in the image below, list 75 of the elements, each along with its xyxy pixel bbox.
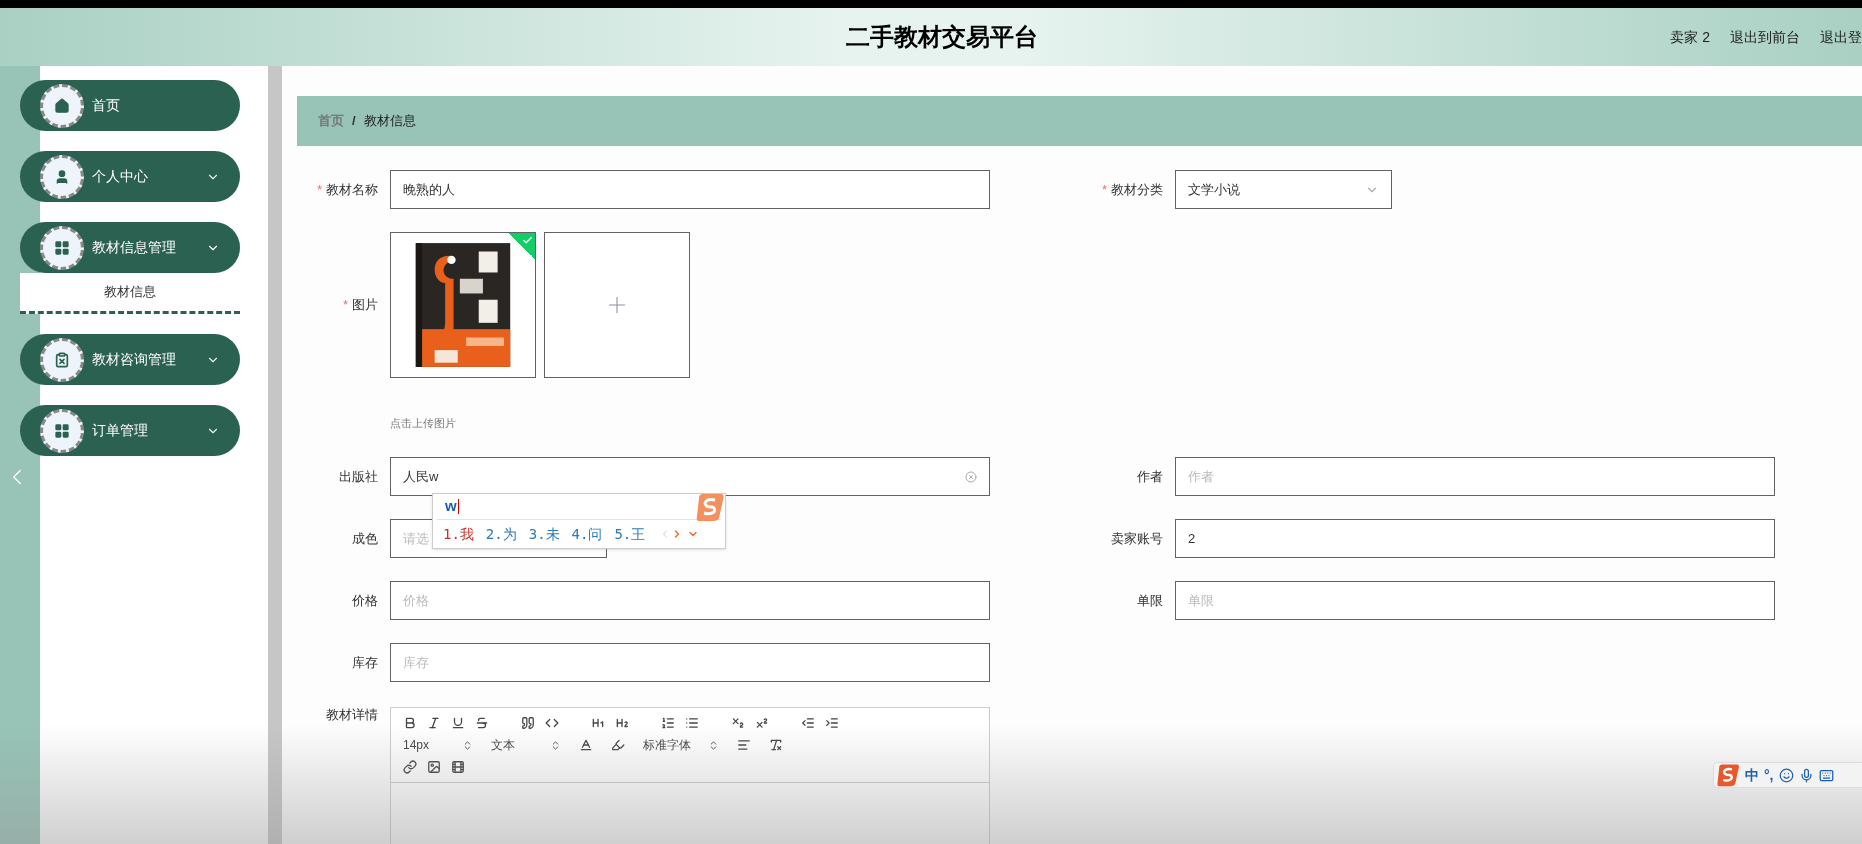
field-label: 卖家账号 — [1111, 529, 1163, 548]
site-title: 二手教材交易平台 — [846, 22, 1038, 52]
field-label: 作者 — [1137, 467, 1163, 486]
ime-composition: w — [445, 496, 457, 517]
toolbar-select[interactable]: 14px — [403, 736, 473, 754]
align-icon[interactable] — [737, 738, 751, 752]
field-label: 成色 — [352, 529, 378, 548]
field-label: * 教材名称 — [316, 180, 378, 199]
microphone-icon[interactable] — [1798, 767, 1814, 783]
home-icon — [40, 83, 84, 128]
clipboard-icon — [40, 337, 84, 382]
upload-button[interactable] — [544, 232, 690, 378]
link-icon[interactable] — [403, 760, 417, 774]
numbered-list-icon[interactable] — [661, 716, 675, 730]
keyboard-icon[interactable] — [1818, 767, 1834, 783]
indent-icon[interactable] — [825, 716, 839, 730]
up-down-icon — [550, 739, 561, 751]
header-link[interactable]: 卖家 2 — [1670, 26, 1710, 48]
field-label: 教材详情 — [326, 706, 378, 724]
up-down-icon — [462, 739, 473, 751]
breadcrumb-link[interactable]: 教材信息 — [363, 111, 416, 131]
ime-candidate[interactable]: 2.为 — [485, 523, 517, 545]
video-icon[interactable] — [451, 760, 465, 774]
header-link[interactable]: 退出登 — [1820, 26, 1862, 48]
field-label: 库存 — [352, 653, 378, 672]
field-label: 出版社 — [339, 467, 378, 486]
code-icon[interactable] — [545, 716, 559, 730]
strikethrough-icon[interactable] — [475, 716, 489, 730]
italic-icon[interactable] — [427, 716, 441, 730]
background-color-icon[interactable] — [611, 738, 625, 752]
quote-icon[interactable] — [521, 716, 535, 730]
bold-icon[interactable] — [403, 716, 417, 730]
clear-format-icon[interactable] — [769, 738, 783, 752]
image-icon[interactable] — [427, 760, 441, 774]
heading-one-icon[interactable] — [591, 716, 605, 730]
ime-candidate[interactable]: 4.问 — [571, 523, 603, 545]
grid-icon — [40, 225, 84, 270]
font-color-icon[interactable] — [579, 738, 593, 752]
text-field[interactable]: 晚熟的人 — [390, 170, 990, 209]
sidebar-menu-item[interactable]: 订单管理 — [20, 405, 240, 456]
text-field[interactable]: 2 — [1175, 519, 1775, 558]
up-down-icon — [708, 739, 719, 751]
header-link[interactable]: 退出到前台 — [1730, 26, 1800, 48]
subscript-icon[interactable] — [731, 716, 745, 730]
sidebar-menu-item[interactable]: 首页 — [20, 80, 240, 131]
ime-candidate[interactable]: 3.未 — [528, 523, 560, 545]
sidebar-menu-item[interactable]: 教材信息管理 — [20, 222, 240, 273]
user-icon — [40, 154, 84, 199]
select-field[interactable]: 文学小说 — [1175, 170, 1392, 209]
field-label: 单限 — [1137, 591, 1163, 610]
text-field[interactable]: 人民w — [390, 457, 990, 496]
field-label: * 教材分类 — [1101, 180, 1163, 199]
upload-hint: 点击上传图片 — [390, 417, 456, 429]
field-label: 价格 — [352, 591, 378, 610]
punctuation-toggle[interactable]: °, — [1764, 764, 1774, 786]
underline-icon[interactable] — [451, 716, 465, 730]
toolbar-select[interactable]: 标准字体 — [643, 736, 719, 754]
superscript-icon[interactable] — [755, 716, 769, 730]
breadcrumb-separator: / — [352, 112, 356, 131]
emoji-icon[interactable] — [1778, 767, 1794, 783]
sidebar-menu-item[interactable]: 个人中心 — [20, 151, 240, 202]
toolbar-select[interactable]: 文本 — [491, 736, 561, 754]
bullet-list-icon[interactable] — [685, 716, 699, 730]
ime-candidate[interactable]: 1.我 — [443, 523, 474, 545]
uploaded-image[interactable] — [390, 232, 536, 378]
outdent-icon[interactable] — [801, 716, 815, 730]
rich-text-editor[interactable]: 14px 文本 标准字体 — [390, 707, 990, 844]
heading-two-icon[interactable] — [615, 716, 629, 730]
grid-icon — [40, 408, 84, 453]
success-badge — [508, 233, 535, 260]
ime-candidate[interactable]: 5.王 — [614, 523, 646, 545]
input-mode-toggle[interactable]: 中 — [1745, 764, 1759, 786]
field-label: * 图片 — [342, 296, 378, 315]
sidebar-menu-item[interactable]: 教材咨询管理 — [20, 334, 240, 385]
submenu-item[interactable]: 教材信息 — [20, 273, 240, 314]
